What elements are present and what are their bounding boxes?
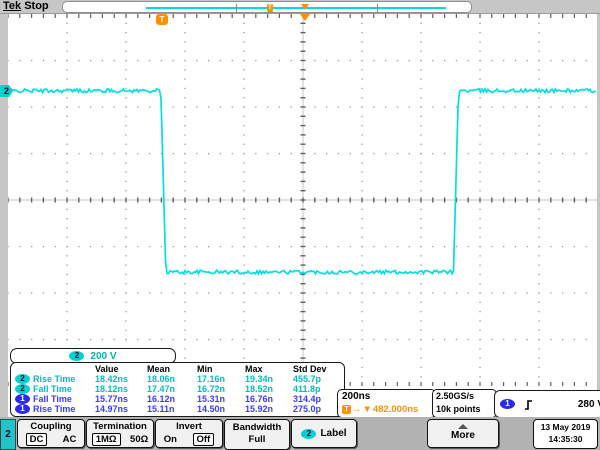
timebase-readout: 200ns T→▼482.000ns: [337, 389, 436, 418]
coupling-button[interactable]: Coupling DC AC: [17, 419, 85, 448]
col-value: Value: [95, 364, 147, 374]
table-row: 2Fall Time 18.12ns17.47n 16.72n18.52n 41…: [13, 384, 344, 394]
expansion-point-icon: [300, 14, 310, 21]
coupling-ac-option[interactable]: AC: [63, 434, 77, 445]
datetime-readout: 13 May 2019 14:35:30: [533, 419, 598, 449]
window-right-tick: [377, 4, 378, 12]
ch2-scale-value: 200 V: [90, 351, 116, 362]
sample-rate: 2.50GS/s: [436, 390, 496, 403]
trigger-t-icon: T: [342, 405, 351, 414]
table-row: 1Rise Time 14.97ns15.11n 14.50n15.92n 27…: [13, 404, 344, 414]
trigger-level: 280 V: [578, 399, 600, 410]
ch2-badge: 2: [301, 429, 316, 439]
trigger-readout: 1 280 V: [494, 390, 600, 418]
delay-value: 482.000ns: [373, 403, 418, 416]
triangle-down-icon: ▼: [363, 403, 372, 416]
more-button[interactable]: More: [427, 419, 499, 448]
record-waveform-line: [146, 7, 446, 9]
termination-1mohm-option[interactable]: 1MΩ: [92, 433, 121, 446]
record-length: 10k points: [436, 403, 496, 416]
ch2-badge: 2: [15, 384, 30, 394]
rising-slope-icon: [523, 398, 535, 411]
measurement-table: Value Mean Min Max Std Dev 2Rise Time 18…: [10, 362, 345, 417]
col-stddev: Std Dev: [293, 364, 341, 374]
col-min: Min: [197, 364, 245, 374]
termination-button[interactable]: Termination 1MΩ 50Ω: [86, 419, 154, 448]
record-view-bar[interactable]: T: [62, 1, 472, 13]
caret-up-icon: [458, 424, 468, 429]
bandwidth-button[interactable]: Bandwidth Full: [224, 419, 290, 450]
termination-50ohm-option[interactable]: 50Ω: [130, 434, 148, 445]
tek-logo: Tek: [3, 0, 21, 12]
arrow-right-icon: →: [352, 403, 362, 416]
trigger-position-icon[interactable]: T: [156, 14, 168, 25]
invert-button[interactable]: Invert On Off: [155, 419, 223, 448]
invert-on-option[interactable]: On: [164, 434, 177, 445]
table-row: 2Rise Time 18.42ns18.06n 17.16n19.34n 45…: [13, 374, 344, 384]
invert-off-option[interactable]: Off: [193, 433, 215, 446]
window-left-tick: [236, 4, 237, 12]
channel2-menu-tab[interactable]: 2: [0, 419, 16, 450]
acquisition-readout: 2.50GS/s 10k points: [432, 389, 497, 418]
record-trigger-icon: T: [267, 4, 273, 12]
coupling-dc-option[interactable]: DC: [26, 433, 48, 446]
ch1-badge: 1: [15, 394, 30, 404]
bottom-menu-bar: 2 Coupling DC AC Termination 1MΩ 50Ω Inv…: [0, 417, 600, 450]
date-text: 13 May 2019: [534, 421, 597, 433]
trigger-source-badge: 1: [500, 399, 515, 409]
record-expansion-icon: [301, 4, 309, 10]
ch2-badge: 2: [69, 351, 84, 361]
measurement-header-row: Value Mean Min Max Std Dev: [13, 364, 344, 374]
label-button[interactable]: 2 Label: [291, 419, 357, 448]
delay-readout: T→▼482.000ns: [342, 403, 435, 416]
col-max: Max: [245, 364, 293, 374]
top-status-bar: Tek Stop T: [0, 0, 600, 14]
table-row: 1Fall Time 15.77ns16.12n 15.31n16.76n 31…: [13, 394, 344, 404]
time-text: 14:35:30: [534, 433, 597, 445]
ch2-badge: 2: [15, 374, 30, 384]
col-mean: Mean: [147, 364, 197, 374]
ch1-badge: 1: [15, 404, 30, 414]
acquisition-status: Tek Stop: [3, 0, 49, 12]
oscilloscope-screen: Tek Stop T T 2 2 200 V Value Mean Min Ma…: [0, 0, 600, 450]
acq-status-text: Stop: [24, 0, 48, 12]
timebase-value: 200ns: [342, 390, 435, 403]
